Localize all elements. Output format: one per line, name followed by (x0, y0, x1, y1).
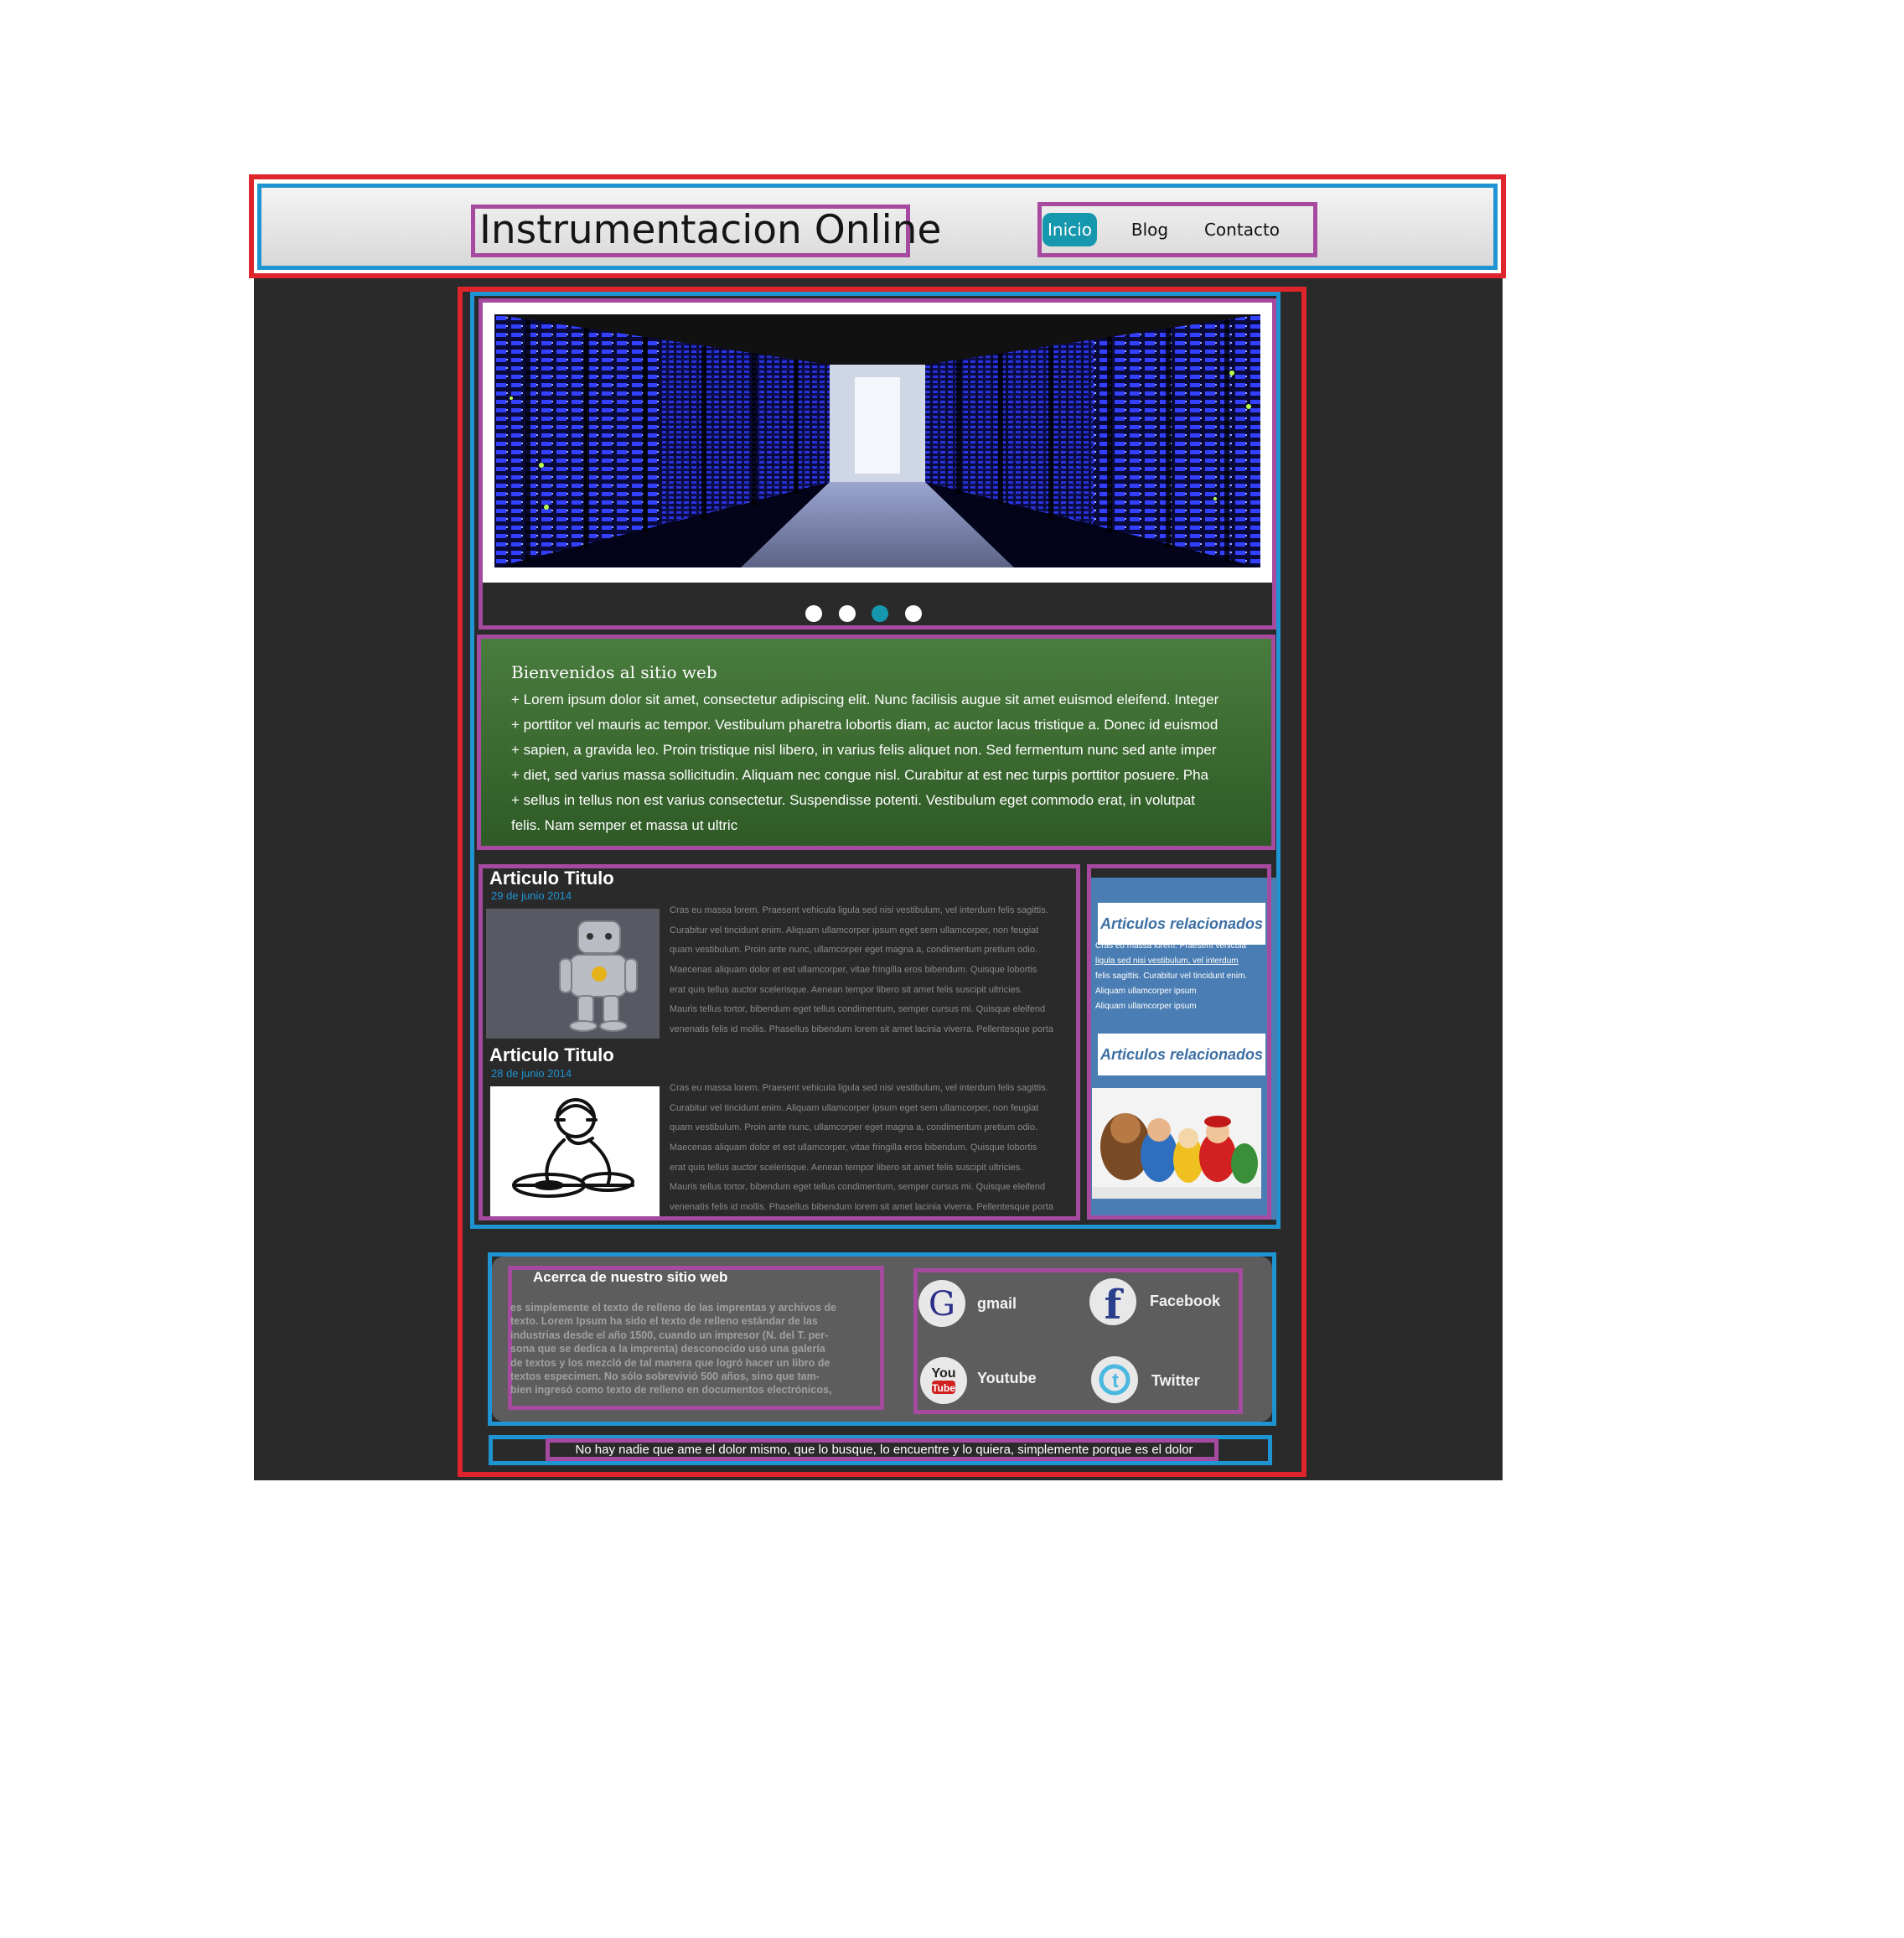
about-line: de textos y los mezcló de tal manera que… (510, 1356, 830, 1369)
related-line: felis sagittis. Curabitur vel tincidunt … (1095, 972, 1248, 981)
gmail-link[interactable]: gmail (977, 1295, 1017, 1313)
related-line: Aliquam ullamcorper ipsum (1095, 987, 1197, 996)
welcome-line: + porttitor vel mauris ac tempor. Vestib… (511, 717, 1218, 733)
article-1-title[interactable]: Articulo Titulo (489, 868, 614, 889)
article-line: Curabitur vel tincidunt enim. Aliquam ul… (670, 1102, 1039, 1113)
related-articles-heading-2: Articulos relacionados (1098, 1034, 1265, 1075)
svg-text:f: f (1105, 1282, 1125, 1325)
article-line: Maecenas aliquam dolor et est ullamcorpe… (670, 1143, 1037, 1153)
nav-item-inicio[interactable]: Inicio (1043, 213, 1097, 246)
related-line: Aliquam ullamcorper ipsum (1095, 1002, 1197, 1011)
nav-item-contacto[interactable]: Contacto (1198, 213, 1286, 246)
slider-dot-4[interactable] (905, 605, 922, 622)
welcome-line: + sellus in tellus non est varius consec… (511, 792, 1195, 808)
svg-text:You: You (931, 1366, 955, 1381)
about-line: industrias desde el año 1500, cuando un … (510, 1329, 829, 1341)
svg-text:t: t (1112, 1370, 1119, 1392)
article-line: Curabitur vel tincidunt enim. Aliquam ul… (670, 925, 1039, 935)
article-line: Mauris tellus tortor, bibendum eget tell… (670, 1182, 1046, 1193)
slider-dot-2[interactable] (839, 605, 856, 622)
article-2-date: 28 de junio 2014 (491, 1067, 572, 1080)
about-line: sona que se dedica a la imprenta) descon… (510, 1343, 825, 1355)
slider-dot-1[interactable] (805, 605, 822, 622)
article-line: quam vestibulum. Proin ante nunc, ullamc… (670, 1122, 1038, 1133)
article-1-date: 29 de junio 2014 (491, 889, 572, 902)
about-title: Acerrca de nuestro sitio web (533, 1269, 728, 1285)
article-1-image-robot[interactable] (486, 909, 660, 1039)
svg-text:G: G (929, 1285, 955, 1324)
related-line: Cras eu massa lorem. Praesent vehicula (1095, 941, 1247, 951)
article-line: quam vestibulum. Proin ante nunc, ullamc… (670, 945, 1038, 956)
article-line: erat quis tellus auctor scelerisque. Aen… (670, 984, 1023, 995)
slider-image-server-room[interactable] (494, 314, 1260, 567)
welcome-title: Bienvenidos al sitio web (511, 662, 717, 682)
svg-text:Tube: Tube (932, 1382, 955, 1394)
about-line: texto. Lorem Ipsum ha sido el texto de r… (510, 1315, 818, 1328)
welcome-line: + sapien, a gravida leo. Proin tristique… (511, 742, 1217, 758)
gmail-icon[interactable]: G (918, 1280, 965, 1327)
article-line: erat quis tellus auctor scelerisque. Aen… (670, 1162, 1023, 1173)
about-line: es simplemente el texto de relleno de la… (510, 1302, 837, 1314)
site-title[interactable]: Instrumentacion Online (479, 206, 941, 255)
about-line: bien ingresó como texto de relleno en do… (510, 1384, 832, 1396)
article-line: Cras eu massa lorem. Praesent vehicula l… (670, 1083, 1048, 1093)
welcome-text: + Lorem ipsum dolor sit amet, consectetu… (511, 687, 1265, 838)
facebook-icon[interactable]: f (1089, 1278, 1136, 1325)
related-articles-text: Cras eu massa lorem. Praesent vehicula l… (1095, 939, 1268, 1014)
nav-item-blog[interactable]: Blog (1123, 213, 1177, 246)
article-line: Maecenas aliquam dolor et est ullamcorpe… (670, 965, 1037, 976)
youtube-icon[interactable]: You Tube (920, 1357, 967, 1404)
article-line: Cras eu massa lorem. Praesent vehicula l… (670, 905, 1048, 915)
about-line: textos especimen. No sólo sobrevivió 500… (510, 1370, 820, 1382)
article-line: venenatis felis id mollis. Phasellus bib… (670, 1202, 1053, 1213)
copyright-text: No hay nadie que ame el dolor mismo, que… (575, 1443, 1193, 1457)
article-2-text: Cras eu massa lorem. Praesent vehicula l… (670, 1079, 1076, 1218)
twitter-icon[interactable]: t (1091, 1356, 1138, 1403)
facebook-link[interactable]: Facebook (1150, 1293, 1220, 1310)
about-text: es simplemente el texto de relleno de la… (510, 1301, 874, 1397)
welcome-line: felis. Nam semper et massa ut ultric (511, 817, 738, 833)
article-line: venenatis felis id mollis. Phasellus bib… (670, 1024, 1053, 1035)
related-image-game-characters[interactable] (1092, 1088, 1261, 1199)
welcome-line: + Lorem ipsum dolor sit amet, consectetu… (511, 692, 1219, 707)
related-link[interactable]: ligula sed nisi vestibulum, vel interdum (1095, 954, 1268, 969)
article-2-title[interactable]: Articulo Titulo (489, 1044, 614, 1066)
welcome-line: + diet, sed varius massa sollicitudin. A… (511, 767, 1209, 783)
article-line: Mauris tellus tortor, bibendum eget tell… (670, 1004, 1046, 1015)
article-1-text: Cras eu massa lorem. Praesent vehicula l… (670, 901, 1076, 1042)
twitter-link[interactable]: Twitter (1151, 1372, 1200, 1390)
youtube-link[interactable]: Youtube (977, 1370, 1037, 1387)
slider-dot-3-active[interactable] (872, 605, 888, 622)
article-2-image-dj[interactable] (490, 1086, 660, 1216)
